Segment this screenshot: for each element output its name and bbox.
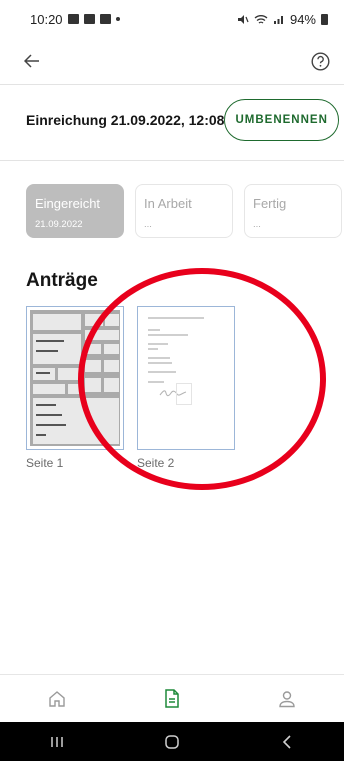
nav-documents[interactable] xyxy=(142,675,202,723)
status-card-date: ... xyxy=(144,219,152,230)
home-system-icon xyxy=(165,734,179,749)
status-time: 10:20 xyxy=(30,11,63,27)
person-icon xyxy=(278,690,295,707)
chevron-left-icon xyxy=(282,734,291,749)
recent-apps-icon xyxy=(51,736,64,747)
status-card-in-progress: In Arbeit ... xyxy=(135,184,233,238)
battery-percent: 94% xyxy=(289,11,316,27)
status-left: 10:20 xyxy=(30,12,120,27)
system-navigation-bar xyxy=(0,722,344,761)
more-notifications-icon xyxy=(115,17,120,21)
nav-profile[interactable] xyxy=(257,675,317,723)
submission-header: Einreichung 21.09.2022, 12:08 UMBENENNEN xyxy=(26,98,339,142)
document-icon xyxy=(165,689,179,708)
status-right: 94% xyxy=(237,12,328,27)
back-system-button[interactable] xyxy=(267,727,307,757)
home-icon xyxy=(49,690,66,707)
photo-notification-icon xyxy=(83,14,95,24)
app-bar xyxy=(0,44,344,78)
status-card-date: 21.09.2022 xyxy=(35,219,83,230)
page-label: Seite 1 xyxy=(26,456,64,470)
status-card-submitted: Eingereicht 21.09.2022 xyxy=(26,184,124,238)
nav-home[interactable] xyxy=(27,675,87,723)
signal-icon xyxy=(273,15,283,24)
back-button[interactable] xyxy=(24,54,40,68)
arrow-left-icon xyxy=(24,54,39,68)
status-card-date: ... xyxy=(253,219,261,230)
recent-apps-button[interactable] xyxy=(37,727,77,757)
gallery-notification-icon xyxy=(67,14,79,24)
battery-icon xyxy=(321,13,328,25)
section-divider xyxy=(0,160,344,161)
scanned-form-image xyxy=(30,310,120,446)
page-list: Seite 1 Seite 2 xyxy=(26,306,235,470)
status-timeline: Eingereicht 21.09.2022 In Arbeit ... Fer… xyxy=(26,184,342,238)
mute-icon xyxy=(237,14,249,24)
page-thumbnail-scan[interactable] xyxy=(26,306,124,450)
wifi-icon xyxy=(254,14,268,24)
status-bar: 10:20 94% xyxy=(0,0,344,38)
help-button[interactable] xyxy=(311,51,330,71)
status-card-title: Eingereicht xyxy=(35,196,101,211)
applications-heading: Anträge xyxy=(26,270,98,291)
help-circle-icon xyxy=(311,51,330,71)
rename-button[interactable]: UMBENENNEN xyxy=(224,99,339,141)
bottom-navigation xyxy=(0,674,344,722)
status-card-title: In Arbeit xyxy=(144,196,192,211)
page-thumbnail-document[interactable] xyxy=(137,306,235,450)
submission-title: Einreichung 21.09.2022, 12:08 xyxy=(26,112,225,128)
page-label: Seite 2 xyxy=(137,456,175,470)
header-divider xyxy=(0,84,344,85)
status-card-title: Fertig xyxy=(253,196,287,211)
status-card-done: Fertig ... xyxy=(244,184,342,238)
mail-notification-icon xyxy=(99,14,111,24)
page-item-1[interactable]: Seite 1 xyxy=(26,306,124,470)
page-item-2[interactable]: Seite 2 xyxy=(137,306,235,470)
home-system-button[interactable] xyxy=(152,727,192,757)
